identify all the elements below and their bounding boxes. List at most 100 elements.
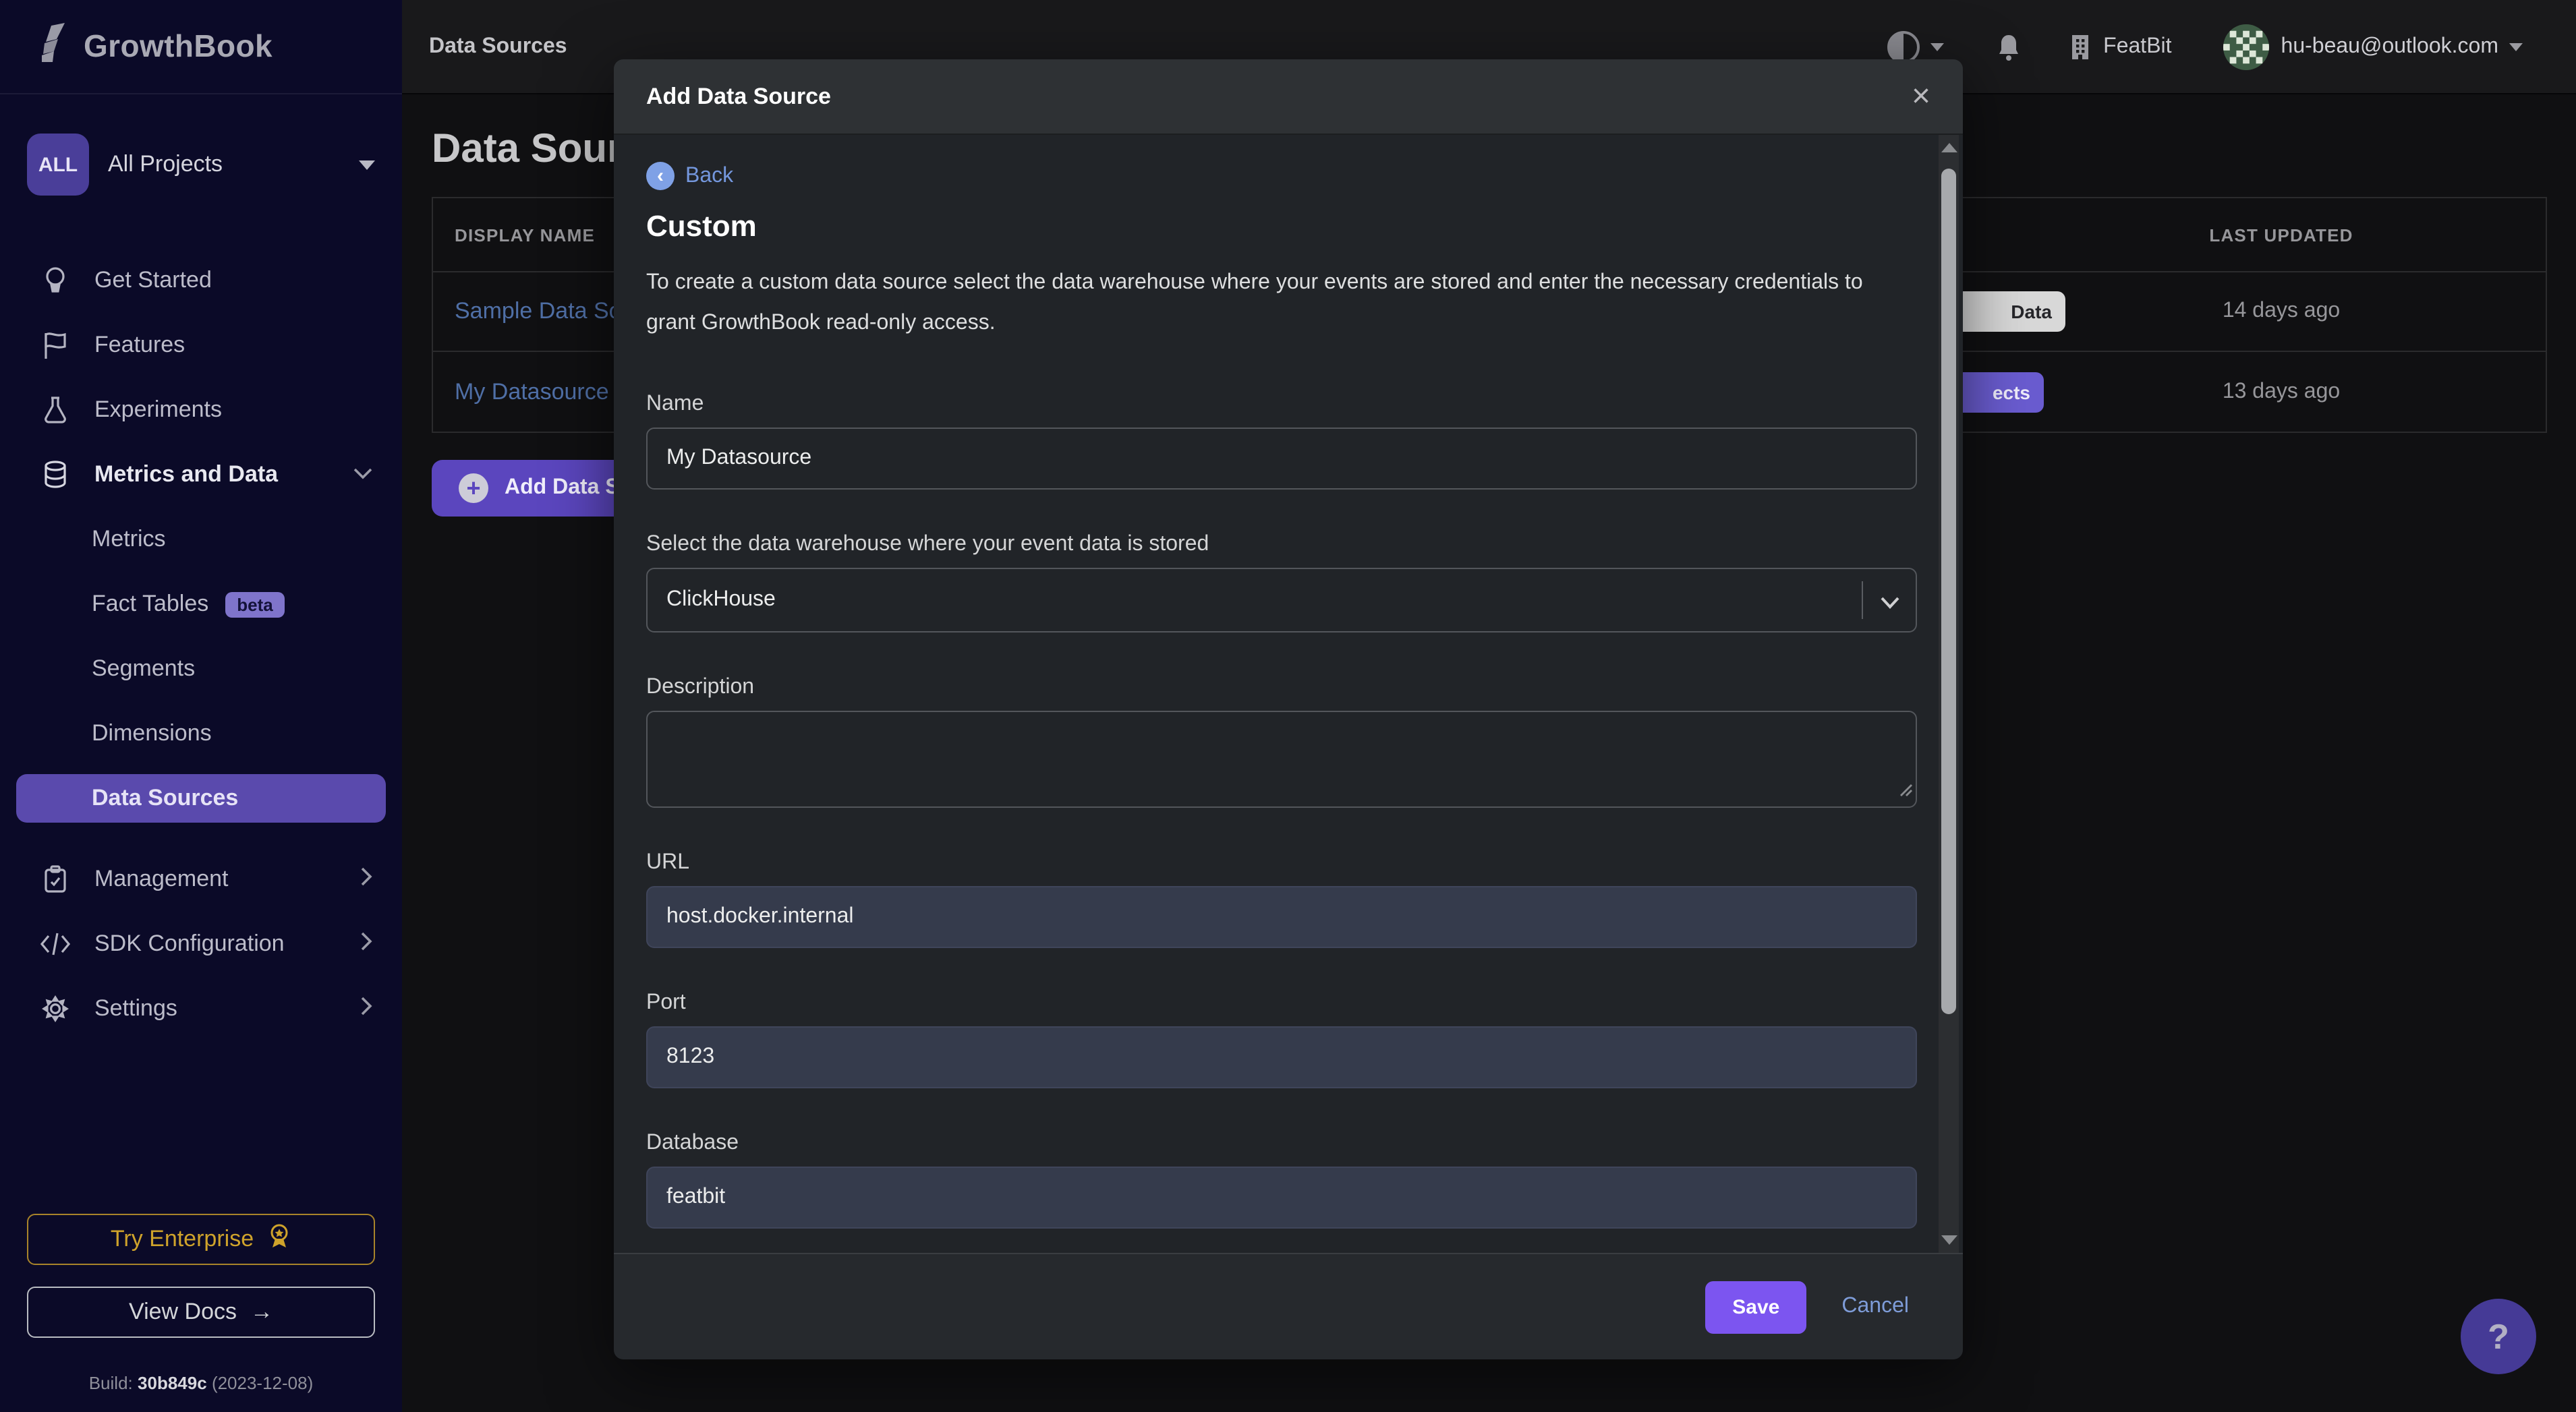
chevron-down-icon bbox=[353, 463, 372, 487]
chevron-right-icon bbox=[360, 866, 372, 892]
modal-header: Add Data Source × bbox=[614, 59, 1963, 135]
sidebar-item-label: Settings bbox=[94, 995, 177, 1022]
sidebar-item-metrics-and-data[interactable]: Metrics and Data bbox=[0, 442, 402, 507]
modal-scrollbar[interactable] bbox=[1939, 135, 1959, 1253]
project-selector[interactable]: ALL All Projects bbox=[27, 132, 375, 197]
url-field[interactable] bbox=[646, 886, 1917, 948]
chevron-down-icon bbox=[1879, 592, 1901, 616]
sidebar-item-label: Features bbox=[94, 332, 185, 359]
chevron-down-icon bbox=[359, 160, 375, 169]
sidebar-item-fact-tables[interactable]: Fact Tables beta bbox=[0, 572, 402, 637]
database-icon bbox=[40, 460, 70, 490]
chevron-left-icon: ‹ bbox=[646, 162, 675, 190]
sidebar-item-label: Get Started bbox=[94, 267, 212, 294]
name-field[interactable] bbox=[646, 428, 1917, 490]
chevron-right-icon bbox=[360, 931, 372, 957]
column-header-last-updated: LAST UPDATED bbox=[2079, 225, 2484, 245]
sidebar-item-experiments[interactable]: Experiments bbox=[0, 378, 402, 442]
database-field[interactable] bbox=[646, 1167, 1917, 1229]
organization-building-icon[interactable] bbox=[2068, 32, 2092, 61]
beta-badge: beta bbox=[225, 591, 285, 617]
medal-icon bbox=[267, 1223, 291, 1256]
growthbook-logo-icon bbox=[35, 23, 70, 70]
sidebar: GrowthBook ALL All Projects Get Started bbox=[0, 0, 402, 1412]
sidebar-item-settings[interactable]: Settings bbox=[0, 976, 402, 1041]
org-name[interactable]: FeatBit bbox=[2103, 34, 2171, 59]
view-docs-button[interactable]: View Docs → bbox=[27, 1287, 375, 1338]
column-header-display-name: DISPLAY NAME bbox=[433, 225, 595, 245]
user-email[interactable]: hu-beau@outlook.com bbox=[2281, 34, 2498, 59]
build-info: Build: 30b849c (2023-12-08) bbox=[27, 1373, 375, 1393]
arrow-right-icon: → bbox=[250, 1299, 273, 1326]
scroll-up-icon[interactable] bbox=[1941, 143, 1957, 152]
notifications-bell-icon[interactable] bbox=[1995, 32, 2022, 61]
theme-toggle-icon[interactable] bbox=[1887, 30, 1920, 63]
warehouse-selected-value: ClickHouse bbox=[666, 588, 776, 612]
close-icon[interactable]: × bbox=[1912, 80, 1930, 113]
try-enterprise-button[interactable]: Try Enterprise bbox=[27, 1214, 375, 1265]
sidebar-item-label: Data Sources bbox=[92, 785, 238, 812]
plus-icon: + bbox=[459, 473, 488, 503]
datasource-link[interactable]: My Datasource bbox=[433, 378, 609, 405]
code-icon bbox=[40, 932, 70, 956]
sidebar-item-data-sources[interactable]: Data Sources bbox=[16, 774, 386, 823]
resize-grip-icon[interactable] bbox=[1898, 779, 1913, 804]
lightbulb-icon bbox=[40, 266, 70, 295]
sidebar-item-label: Metrics bbox=[92, 526, 166, 553]
topbar-right: FeatBit hu-beau@outlook.com bbox=[1887, 24, 2576, 69]
sidebar-item-get-started[interactable]: Get Started bbox=[0, 248, 402, 313]
sidebar-item-features[interactable]: Features bbox=[0, 313, 402, 378]
logo-text: GrowthBook bbox=[84, 28, 273, 65]
name-label: Name bbox=[646, 392, 1885, 417]
sidebar-item-sdk-configuration[interactable]: SDK Configuration bbox=[0, 912, 402, 976]
sidebar-item-management[interactable]: Management bbox=[0, 847, 402, 912]
sidebar-item-label: Metrics and Data bbox=[94, 461, 278, 488]
save-button[interactable]: Save bbox=[1705, 1281, 1806, 1333]
sidebar-item-label: SDK Configuration bbox=[94, 931, 285, 958]
chevron-down-icon[interactable] bbox=[1930, 42, 1944, 51]
select-divider bbox=[1862, 581, 1863, 619]
flag-icon bbox=[40, 330, 70, 360]
cancel-button[interactable]: Cancel bbox=[1841, 1295, 1909, 1319]
logo[interactable]: GrowthBook bbox=[0, 0, 402, 94]
app-root: GrowthBook ALL All Projects Get Started bbox=[0, 0, 2576, 1412]
flask-icon bbox=[40, 395, 70, 425]
last-updated-value: 13 days ago bbox=[2079, 380, 2484, 404]
scroll-down-icon[interactable] bbox=[1941, 1235, 1957, 1245]
port-label: Port bbox=[646, 991, 1885, 1016]
description-label: Description bbox=[646, 676, 1885, 700]
try-enterprise-label: Try Enterprise bbox=[111, 1226, 254, 1253]
url-label: URL bbox=[646, 851, 1885, 875]
back-label: Back bbox=[685, 164, 733, 188]
avatar[interactable] bbox=[2223, 24, 2269, 69]
sidebar-item-label: Management bbox=[94, 866, 228, 893]
chevron-right-icon bbox=[360, 996, 372, 1022]
sidebar-item-segments[interactable]: Segments bbox=[0, 637, 402, 701]
breadcrumb: Data Sources bbox=[429, 34, 1887, 59]
warehouse-label: Select the data warehouse where your eve… bbox=[646, 533, 1885, 557]
help-button[interactable]: ? bbox=[2461, 1299, 2536, 1374]
view-docs-label: View Docs bbox=[129, 1299, 237, 1326]
add-data-source-modal: Add Data Source × ‹ Back Custom To creat… bbox=[614, 59, 1963, 1359]
sidebar-item-metrics[interactable]: Metrics bbox=[0, 507, 402, 572]
database-label: Database bbox=[646, 1131, 1885, 1156]
modal-description: To create a custom data source select th… bbox=[646, 263, 1887, 344]
sidebar-item-label: Dimensions bbox=[92, 720, 212, 747]
sidebar-item-dimensions[interactable]: Dimensions bbox=[0, 701, 402, 766]
sidebar-item-label: Fact Tables bbox=[92, 591, 208, 618]
modal-heading: Custom bbox=[646, 209, 1885, 244]
chevron-down-icon[interactable] bbox=[2509, 42, 2523, 51]
sidebar-item-label: Segments bbox=[92, 655, 195, 682]
clipboard-icon bbox=[40, 864, 70, 894]
project-badge: ALL bbox=[27, 134, 89, 196]
back-button[interactable]: ‹ Back bbox=[646, 162, 1885, 190]
description-field[interactable] bbox=[646, 711, 1917, 808]
sidebar-item-label: Experiments bbox=[94, 396, 222, 423]
modal-footer: Save Cancel bbox=[614, 1253, 1963, 1359]
warehouse-select[interactable]: ClickHouse bbox=[646, 568, 1917, 633]
modal-body: ‹ Back Custom To create a custom data so… bbox=[614, 135, 1963, 1253]
last-updated-value: 14 days ago bbox=[2079, 299, 2484, 324]
scrollbar-thumb[interactable] bbox=[1941, 169, 1956, 1014]
port-field[interactable] bbox=[646, 1026, 1917, 1088]
gear-icon bbox=[40, 995, 70, 1022]
